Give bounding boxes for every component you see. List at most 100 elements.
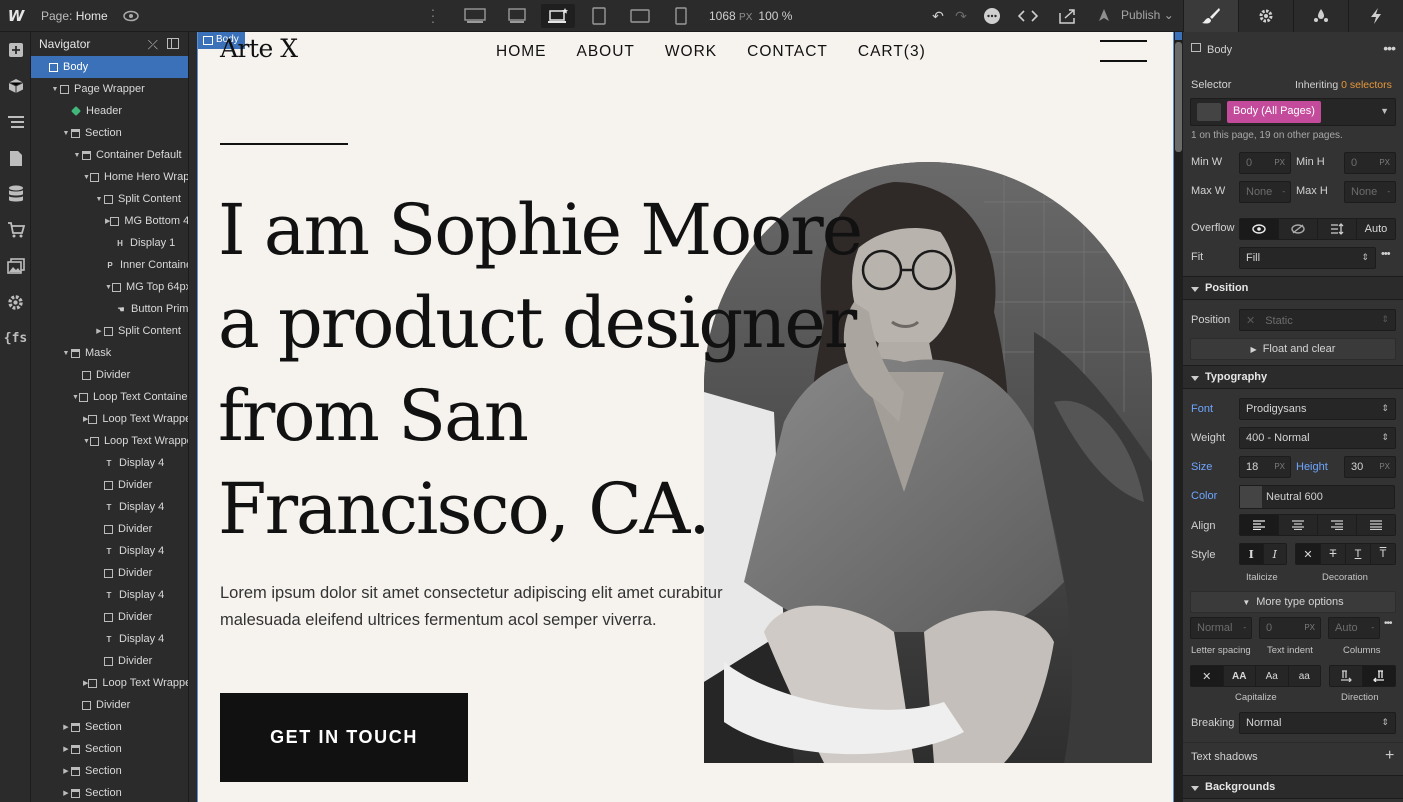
tree-caret-icon[interactable]: ▼ — [83, 174, 90, 181]
font-select[interactable]: Prodigysans ⇕ — [1239, 398, 1396, 420]
hero-heading[interactable]: I am Sophie Moore a product designer from … — [218, 184, 898, 556]
tree-caret-icon[interactable]: ▶ — [61, 745, 71, 753]
color-swatch[interactable] — [1240, 486, 1262, 508]
navigator-row[interactable]: H Display 1 — [31, 232, 188, 254]
no-decoration-x-icon[interactable]: ✕ — [1296, 544, 1320, 564]
site-nav-link[interactable]: HOME — [496, 43, 547, 61]
strikethrough-icon[interactable]: T — [1320, 544, 1345, 564]
export-icon[interactable] — [1058, 6, 1078, 26]
overflow-scroll-icon[interactable] — [1317, 219, 1356, 239]
settings-tab[interactable] — [1238, 0, 1293, 32]
navigator-row[interactable]: ▼ MG Top 64px — [31, 276, 188, 298]
site-nav-link[interactable]: CONTACT — [747, 43, 828, 61]
rtl-direction-icon[interactable] — [1362, 666, 1395, 686]
navigator-row[interactable]: ▶ Section — [31, 782, 188, 802]
navigator-row[interactable]: ☚ Button Primary — [31, 298, 188, 320]
regular-text-icon[interactable]: I — [1240, 544, 1263, 564]
dock-panel-icon[interactable] — [167, 38, 179, 49]
tree-caret-icon[interactable]: ▼ — [94, 196, 104, 203]
tree-caret-icon[interactable]: ▶ — [61, 723, 71, 731]
navigator-icon[interactable] — [0, 104, 31, 140]
navigator-row[interactable]: T Display 4 — [31, 628, 188, 650]
publish-button[interactable]: Publish ⌄ — [1121, 8, 1174, 22]
color-picker-field[interactable]: Neutral 600 — [1239, 485, 1395, 509]
scroll-thumb[interactable] — [1175, 42, 1182, 152]
breakpoint-landscape-icon[interactable] — [623, 4, 657, 28]
navigator-row[interactable]: ▶MG Bottom 40px — [31, 210, 188, 232]
navigator-row[interactable]: ▼ Mask — [31, 342, 188, 364]
selector-field[interactable]: Body (All Pages) ▼ — [1190, 98, 1396, 126]
navigator-row[interactable]: Divider — [31, 562, 188, 584]
navigator-row[interactable]: Divider — [31, 364, 188, 386]
navigator-row[interactable]: ▼ Home Hero Wrapper — [31, 166, 188, 188]
overflow-visible-eye-icon[interactable] — [1240, 219, 1278, 239]
navigator-row[interactable]: ▶ Section — [31, 738, 188, 760]
more-options-icon[interactable]: ••• — [1383, 40, 1396, 56]
redo-icon[interactable]: ↷ — [951, 6, 971, 26]
canvas-scrollbar[interactable] — [1174, 32, 1183, 802]
navigator-row[interactable]: ▼ Split Content — [31, 188, 188, 210]
navigator-row[interactable]: T Display 4 — [31, 452, 188, 474]
navigator-row[interactable]: ▶ Loop Text Wrapper — [31, 672, 188, 694]
capitalize-icon[interactable]: Aa — [1255, 666, 1288, 686]
comments-icon[interactable] — [982, 6, 1002, 26]
align-right-icon[interactable] — [1317, 515, 1356, 535]
hero-paragraph[interactable]: Lorem ipsum dolor sit amet consectetur a… — [220, 580, 760, 634]
lowercase-icon[interactable]: aa — [1287, 666, 1320, 686]
breakpoint-xxl-icon[interactable] — [458, 4, 492, 28]
navigator-row[interactable]: ▼ Section — [31, 122, 188, 144]
navigator-row[interactable]: T Display 4 — [31, 584, 188, 606]
settings-icon[interactable] — [0, 284, 31, 320]
fit-more-icon[interactable]: ••• — [1381, 248, 1391, 260]
navigator-row[interactable]: ▼ Page Wrapper — [31, 78, 188, 100]
overflow-hidden-eye-icon[interactable] — [1278, 219, 1317, 239]
align-justify-icon[interactable] — [1356, 515, 1395, 535]
navigator-row[interactable]: Header — [31, 100, 188, 122]
navigator-row[interactable]: P Inner Container — [31, 254, 188, 276]
navigator-row[interactable]: ▶ Section — [31, 716, 188, 738]
align-center-icon[interactable] — [1278, 515, 1317, 535]
site-nav-link[interactable]: ABOUT — [577, 43, 635, 61]
more-dots-icon[interactable]: · · · — [428, 2, 438, 28]
navigator-row[interactable]: Divider — [31, 518, 188, 540]
navigator-row[interactable]: ▼ Container Default — [31, 144, 188, 166]
overline-icon[interactable]: T — [1370, 544, 1395, 564]
design-canvas[interactable]: Body Arte X HOME ABOUT WORK CONTACT CART(3) — [197, 32, 1174, 802]
breakpoint-tablet-icon[interactable] — [582, 4, 616, 28]
navigator-row[interactable]: T Display 4 — [31, 496, 188, 518]
preview-eye-icon[interactable] — [122, 7, 140, 25]
tree-caret-icon[interactable]: ▼ — [72, 152, 82, 159]
tree-caret-icon[interactable]: ▼ — [61, 130, 71, 137]
add-icon[interactable] — [0, 32, 31, 68]
site-nav-link[interactable]: WORK — [665, 43, 717, 61]
fit-select[interactable]: Fill ⇕ — [1239, 247, 1376, 269]
breakpoint-mobile-icon[interactable] — [664, 4, 698, 28]
page-selector[interactable]: Page: Home — [41, 9, 108, 23]
lightning-tab[interactable] — [1348, 0, 1403, 32]
font-size-input[interactable]: 18 PX — [1239, 456, 1291, 478]
site-brand[interactable]: Arte X — [220, 34, 298, 63]
collapse-icon[interactable]: ⤫ — [148, 37, 158, 53]
min-w-input[interactable]: 0 PX — [1239, 152, 1291, 174]
get-in-touch-button[interactable]: GET IN TOUCH — [220, 693, 468, 782]
backgrounds-section-header[interactable]: Backgrounds — [1183, 775, 1403, 799]
breakpoint-xl-icon[interactable] — [500, 4, 534, 28]
type-more-icon[interactable]: ••• — [1384, 618, 1392, 629]
selector-pill[interactable]: Body (All Pages) — [1227, 101, 1321, 123]
min-h-input[interactable]: 0 PX — [1344, 152, 1396, 174]
breaking-select[interactable]: Normal ⇕ — [1239, 712, 1396, 734]
navigator-row[interactable]: Divider — [31, 694, 188, 716]
italic-text-icon[interactable]: I — [1262, 544, 1286, 564]
style-tab[interactable] — [1183, 0, 1238, 32]
tree-caret-icon[interactable]: ▼ — [105, 284, 112, 291]
navigator-row[interactable]: ▶ Loop Text Wrapper — [31, 408, 188, 430]
components-icon[interactable] — [0, 68, 31, 104]
overflow-auto-option[interactable]: Auto — [1356, 219, 1395, 239]
tree-caret-icon[interactable]: ▼ — [83, 438, 90, 445]
webflow-logo[interactable]: W — [0, 0, 32, 32]
weight-select[interactable]: 400 - Normal ⇕ — [1239, 427, 1396, 449]
assets-icon[interactable] — [0, 248, 31, 284]
navigator-row[interactable]: ▼ Loop Text Container — [31, 386, 188, 408]
typography-section-header[interactable]: Typography — [1183, 365, 1403, 389]
hamburger-menu-icon[interactable] — [1100, 40, 1147, 64]
